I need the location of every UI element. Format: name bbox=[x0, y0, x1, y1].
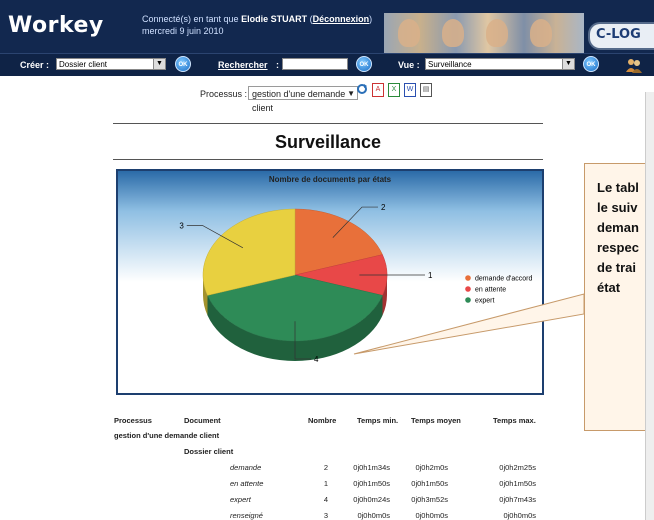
row-max: 0j0h2m25s bbox=[499, 463, 536, 472]
logout-link[interactable]: Déconnexion bbox=[313, 14, 370, 24]
row-state: renseigné bbox=[230, 511, 263, 520]
row-avg: 0j0h1m50s bbox=[411, 479, 448, 488]
view-select-value: Surveillance bbox=[428, 60, 472, 69]
search-colon: : bbox=[276, 60, 279, 70]
pie-value-label: 4 bbox=[314, 355, 319, 364]
process-select[interactable]: gestion d'une demande client ▼ bbox=[248, 86, 358, 113]
pdf-icon[interactable]: A bbox=[372, 83, 384, 97]
search-label: Rechercher bbox=[218, 60, 268, 70]
chevron-down-icon: ▼ bbox=[562, 59, 574, 69]
row-avg: 0j0h3m52s bbox=[411, 495, 448, 504]
search-ok-button[interactable]: OK bbox=[356, 56, 372, 72]
connection-info: Connecté(s) en tant que Elodie STUART (D… bbox=[142, 13, 372, 37]
header-temps-min: Temps min. bbox=[357, 416, 399, 425]
excel-icon[interactable]: X bbox=[388, 83, 400, 97]
print-icon[interactable]: ▤ bbox=[420, 83, 432, 97]
header-processus: Processus bbox=[114, 416, 152, 425]
create-ok-button[interactable]: OK bbox=[175, 56, 191, 72]
chevron-down-icon: ▼ bbox=[347, 89, 355, 98]
users-icon[interactable] bbox=[626, 57, 642, 73]
row-process: gestion d'une demande client bbox=[114, 431, 220, 440]
row-min: 0j0h0m0s bbox=[357, 511, 390, 520]
pie-value-label: 2 bbox=[381, 203, 386, 212]
view-select[interactable]: Surveillance ▼ bbox=[425, 58, 575, 70]
row-max: 0j0h0m0s bbox=[503, 511, 536, 520]
header-nombre: Nombre bbox=[308, 416, 337, 425]
row-min: 0j0h1m50s bbox=[353, 479, 390, 488]
pie-value-label: 3 bbox=[179, 222, 184, 231]
header-banner-photos bbox=[384, 13, 584, 53]
current-date: mercredi 9 juin 2010 bbox=[142, 26, 224, 36]
title-divider-bottom bbox=[113, 159, 543, 160]
view-ok-button[interactable]: OK bbox=[583, 56, 599, 72]
brand-text: C-LOG bbox=[596, 27, 641, 42]
row-min: 0j0h1m34s bbox=[353, 463, 390, 472]
callout-tooltip: Le tabl le suiv deman respec de trai éta… bbox=[584, 163, 654, 431]
process-select-value: gestion d'une demande client bbox=[252, 89, 346, 113]
row-state: expert bbox=[230, 495, 251, 504]
create-select[interactable]: Dossier client ▼ bbox=[56, 58, 166, 70]
word-icon[interactable]: W bbox=[404, 83, 416, 97]
row-state: demande bbox=[230, 463, 262, 472]
refresh-icon[interactable] bbox=[356, 83, 368, 97]
vertical-scrollbar[interactable] bbox=[645, 92, 654, 520]
row-count: 1 bbox=[323, 479, 328, 488]
chevron-down-icon: ▼ bbox=[153, 59, 165, 69]
page-title: Surveillance bbox=[274, 132, 382, 152]
row-min: 0j0h0m24s bbox=[353, 495, 390, 504]
view-label: Vue : bbox=[398, 60, 420, 70]
process-label: Processus : bbox=[200, 89, 248, 99]
callout-pointer bbox=[353, 293, 585, 355]
header-temps-moyen: Temps moyen bbox=[411, 416, 461, 425]
app-header: Workey Connecté(s) en tant que Elodie ST… bbox=[0, 0, 654, 53]
toolbar: Créer : Dossier client ▼ OK Rechercher :… bbox=[0, 53, 654, 76]
clog-logo: C-LOG bbox=[588, 22, 654, 50]
row-state: en attente bbox=[230, 479, 264, 488]
header-document: Document bbox=[184, 416, 221, 425]
row-max: 0j0h7m43s bbox=[499, 495, 536, 504]
create-select-value: Dossier client bbox=[59, 60, 108, 69]
row-document: Dossier client bbox=[184, 447, 234, 456]
connection-prefix: Connecté(s) en tant que bbox=[142, 14, 239, 24]
user-name: Elodie STUART bbox=[241, 14, 308, 24]
search-input[interactable] bbox=[282, 58, 348, 70]
row-max: 0j0h1m50s bbox=[499, 479, 536, 488]
create-label: Créer : bbox=[20, 60, 50, 70]
row-avg: 0j0h2m0s bbox=[415, 463, 448, 472]
title-divider-top bbox=[113, 123, 543, 124]
header-temps-max: Temps max. bbox=[493, 416, 536, 425]
row-count: 3 bbox=[323, 511, 328, 520]
process-filter: Processus : gestion d'une demande client… bbox=[200, 86, 358, 113]
main-content: Processus : gestion d'une demande client… bbox=[0, 75, 654, 520]
app-logo: Workey bbox=[8, 13, 104, 38]
row-count: 2 bbox=[323, 463, 328, 472]
paren-close: ) bbox=[369, 14, 373, 24]
row-avg: 0j0h0m0s bbox=[415, 511, 448, 520]
row-count: 4 bbox=[323, 495, 328, 504]
